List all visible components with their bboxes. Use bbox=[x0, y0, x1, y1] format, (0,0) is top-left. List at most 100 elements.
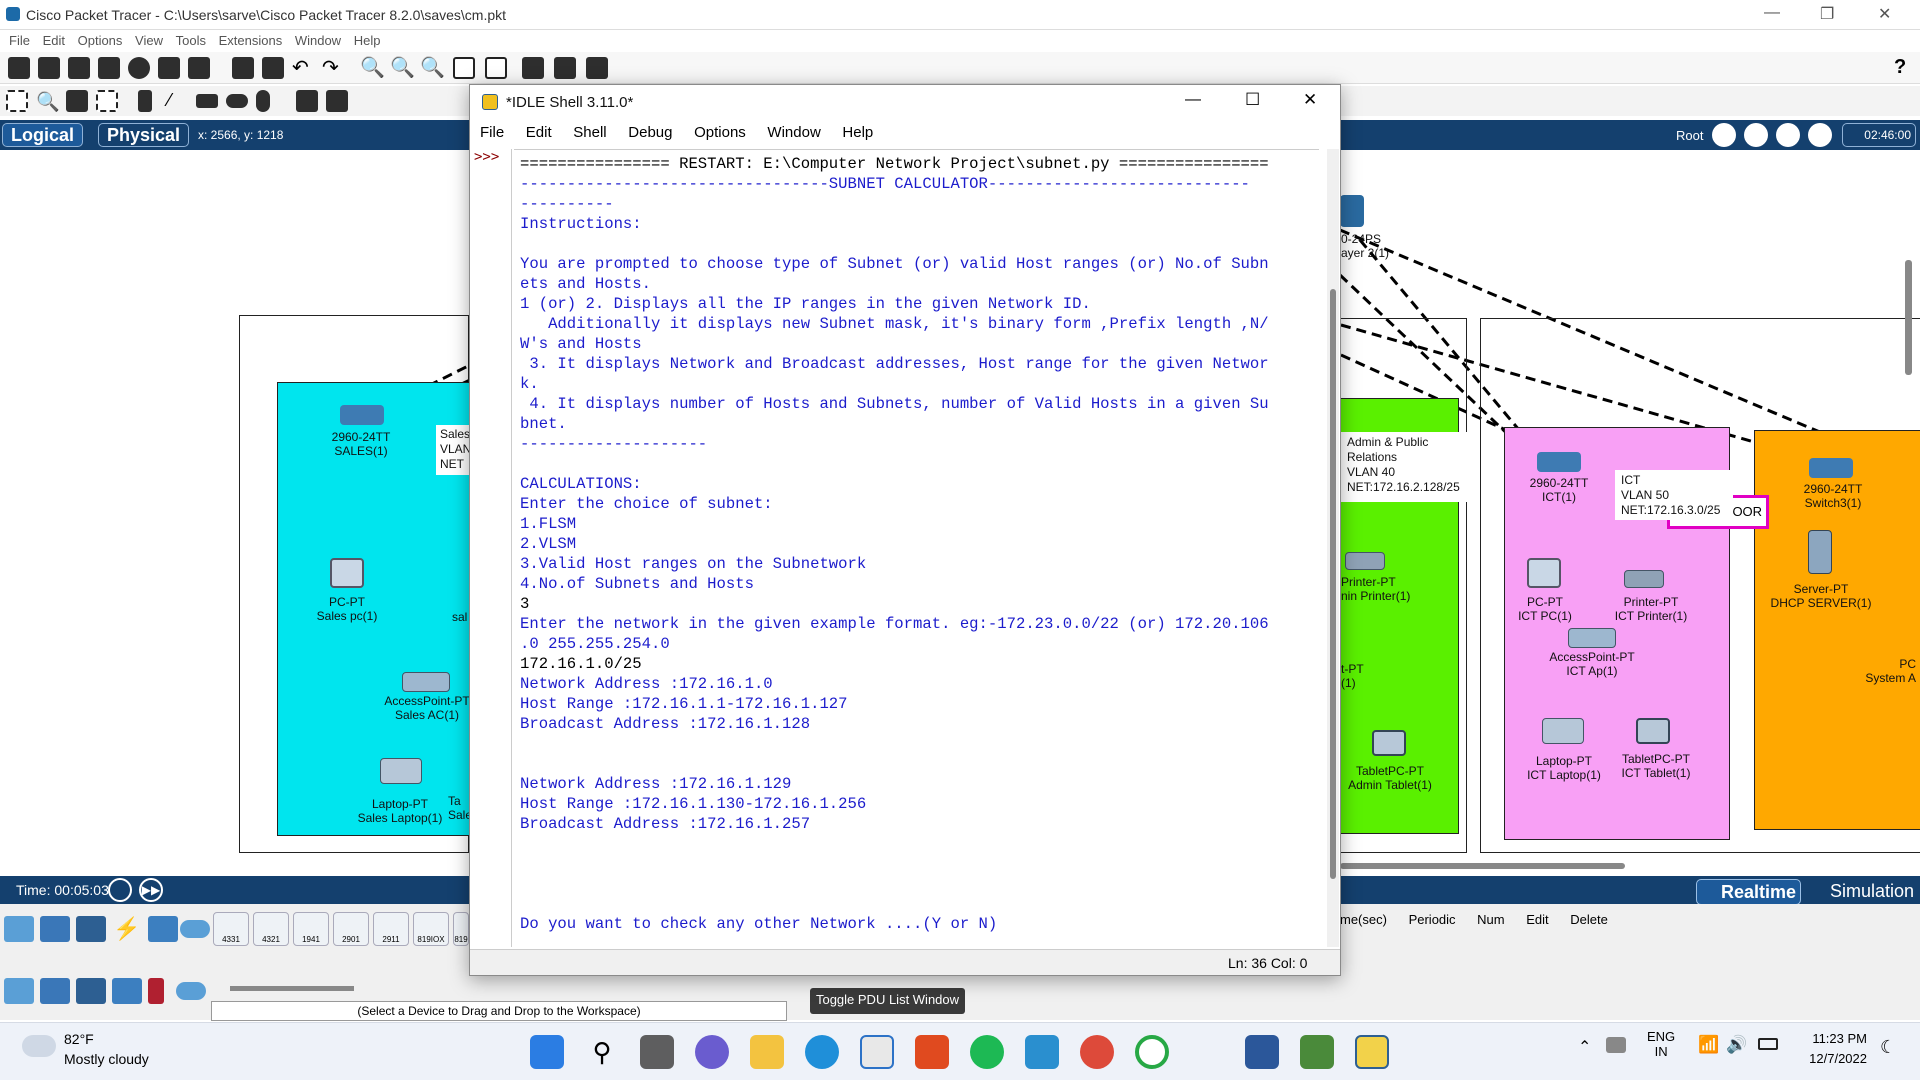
idle-scroll-thumb[interactable] bbox=[1330, 289, 1336, 879]
idle-menu-window[interactable]: Window bbox=[767, 124, 820, 141]
workspace-hscrollbar[interactable] bbox=[1340, 863, 1625, 869]
resize-shape-icon[interactable] bbox=[96, 90, 118, 112]
undo-icon[interactable]: ↶ bbox=[292, 57, 314, 79]
ellipse-icon[interactable] bbox=[226, 94, 248, 108]
spotify-icon[interactable] bbox=[970, 1035, 1004, 1069]
ict-tablet-icon[interactable] bbox=[1636, 718, 1670, 744]
idle-menu-debug[interactable]: Debug bbox=[628, 124, 672, 141]
subcategory-routers[interactable] bbox=[4, 978, 34, 1004]
taskbar-time[interactable]: 11:23 PM bbox=[1797, 1031, 1867, 1046]
category-multiuser[interactable] bbox=[180, 920, 210, 938]
zoom-out-icon[interactable]: 🔍 bbox=[420, 57, 445, 79]
store-icon[interactable] bbox=[860, 1035, 894, 1069]
zoom-in-icon[interactable]: 🔍 bbox=[360, 57, 385, 79]
admin-printer-icon[interactable] bbox=[1345, 552, 1385, 570]
refresh-app-icon[interactable] bbox=[1135, 1035, 1169, 1069]
admin-tablet-icon[interactable] bbox=[1372, 730, 1406, 756]
idle-close-icon[interactable]: ✕ bbox=[1303, 90, 1317, 110]
search-icon[interactable]: ⚲ bbox=[585, 1035, 619, 1069]
ict-switch-icon[interactable] bbox=[1537, 452, 1581, 472]
new-icon[interactable] bbox=[8, 57, 30, 79]
ict-tablet[interactable]: TabletPC-PT ICT Tablet(1) bbox=[1612, 752, 1700, 780]
switch3-icon[interactable] bbox=[1809, 458, 1853, 478]
help-icon[interactable]: ? bbox=[1894, 56, 1906, 79]
file-explorer-icon[interactable] bbox=[750, 1035, 784, 1069]
subcategory-wireless[interactable] bbox=[112, 978, 142, 1004]
battery-icon[interactable] bbox=[1758, 1038, 1778, 1050]
simple-pdu-icon[interactable] bbox=[296, 90, 318, 112]
copy-icon[interactable] bbox=[232, 57, 254, 79]
idle-scrollbar[interactable] bbox=[1327, 149, 1339, 947]
note-icon[interactable] bbox=[138, 90, 152, 112]
network-info-icon[interactable] bbox=[188, 57, 210, 79]
redo-icon[interactable]: ↷ bbox=[322, 57, 344, 79]
back-icon[interactable] bbox=[1712, 123, 1736, 147]
sales-pc-icon[interactable] bbox=[330, 558, 364, 588]
category-network-devices[interactable] bbox=[4, 916, 34, 942]
pt-menu-help[interactable]: Help bbox=[354, 33, 381, 48]
ict-pc-icon[interactable] bbox=[1527, 558, 1561, 588]
admin-pc[interactable]: t-PT (1) bbox=[1341, 662, 1381, 690]
tab-physical[interactable]: Physical bbox=[98, 123, 190, 147]
l3-switch[interactable]: 0-24PS ayer 2(1) bbox=[1341, 232, 1411, 260]
packet-tracer-icon[interactable] bbox=[1300, 1035, 1334, 1069]
device-4331[interactable]: 4331 bbox=[213, 912, 249, 946]
category-connections-icon[interactable]: ⚡ bbox=[112, 916, 142, 942]
subcategory-security[interactable] bbox=[148, 978, 164, 1004]
sales-laptop[interactable]: Laptop-PT Sales Laptop(1) bbox=[350, 797, 450, 825]
fast-forward-icon[interactable]: ▶▶ bbox=[139, 878, 163, 902]
idle-menu-file[interactable]: File bbox=[480, 124, 504, 141]
device-819[interactable]: 819 bbox=[453, 912, 469, 946]
wizard-icon[interactable] bbox=[158, 57, 180, 79]
power-cycle-icon[interactable] bbox=[108, 878, 132, 902]
wifi-icon[interactable]: 📶 bbox=[1698, 1035, 1719, 1055]
pt-menu-view[interactable]: View bbox=[135, 33, 163, 48]
weather-cloud-icon[interactable] bbox=[22, 1035, 56, 1057]
idle-menu-help[interactable]: Help bbox=[842, 124, 873, 141]
admin-printer[interactable]: Printer-PT nin Printer(1) bbox=[1341, 575, 1437, 603]
tray-chevron-icon[interactable]: ⌃ bbox=[1578, 1037, 1591, 1057]
volume-icon[interactable]: 🔊 bbox=[1726, 1035, 1747, 1055]
tray-cloud-icon[interactable] bbox=[1606, 1037, 1626, 1053]
server-icon[interactable] bbox=[1808, 530, 1832, 574]
pt-menu-options[interactable]: Options bbox=[78, 33, 123, 48]
zoom-reset-icon[interactable]: 🔍 bbox=[390, 57, 415, 79]
word-icon[interactable] bbox=[1245, 1035, 1279, 1069]
idle-shell-output[interactable]: ================ RESTART: E:\Computer Ne… bbox=[514, 149, 1319, 947]
image-icon[interactable] bbox=[586, 57, 608, 79]
open-icon[interactable] bbox=[38, 57, 60, 79]
ict-switch[interactable]: 2960-24TT ICT(1) bbox=[1516, 476, 1602, 504]
workspace-vscrollbar[interactable] bbox=[1905, 260, 1912, 375]
save-icon[interactable] bbox=[68, 57, 90, 79]
start-icon[interactable] bbox=[530, 1035, 564, 1069]
edge-icon[interactable] bbox=[805, 1035, 839, 1069]
subcategory-hubs[interactable] bbox=[76, 978, 106, 1004]
l3-switch-icon[interactable] bbox=[1340, 195, 1364, 227]
line-icon[interactable]: ⁄ bbox=[168, 90, 190, 112]
clock-display[interactable]: 02:46:00 bbox=[1842, 123, 1916, 147]
weather-desc[interactable]: Mostly cloudy bbox=[64, 1051, 149, 1067]
pdu-list-icon[interactable] bbox=[522, 57, 544, 79]
sales-ap-icon[interactable] bbox=[402, 672, 450, 692]
pt-menu-window[interactable]: Window bbox=[295, 33, 341, 48]
device-819iox[interactable]: 819IOX bbox=[413, 912, 449, 946]
device-2911[interactable]: 2911 bbox=[373, 912, 409, 946]
realtime-button[interactable]: Realtime bbox=[1696, 879, 1801, 905]
taskbar-date[interactable]: 12/7/2022 bbox=[1797, 1051, 1867, 1066]
select-icon[interactable] bbox=[6, 90, 28, 112]
category-misc[interactable] bbox=[148, 916, 178, 942]
office-icon[interactable] bbox=[915, 1035, 949, 1069]
idle-menu-edit[interactable]: Edit bbox=[526, 124, 552, 141]
idle-menu-options[interactable]: Options bbox=[694, 124, 746, 141]
switch3[interactable]: 2960-24TT Switch3(1) bbox=[1790, 482, 1876, 510]
ict-printer[interactable]: Printer-PT ICT Printer(1) bbox=[1605, 595, 1697, 623]
custom-devices-icon[interactable] bbox=[485, 57, 507, 79]
cluster-icon[interactable] bbox=[554, 57, 576, 79]
viewport-icon[interactable] bbox=[1808, 123, 1832, 147]
freeform-icon[interactable] bbox=[256, 90, 270, 112]
ict-laptop-icon[interactable] bbox=[1542, 718, 1584, 744]
close-icon[interactable]: ✕ bbox=[1878, 4, 1891, 24]
tab-logical[interactable]: Logical bbox=[2, 123, 84, 147]
info-icon[interactable] bbox=[128, 57, 150, 79]
move-icon[interactable] bbox=[1776, 123, 1800, 147]
